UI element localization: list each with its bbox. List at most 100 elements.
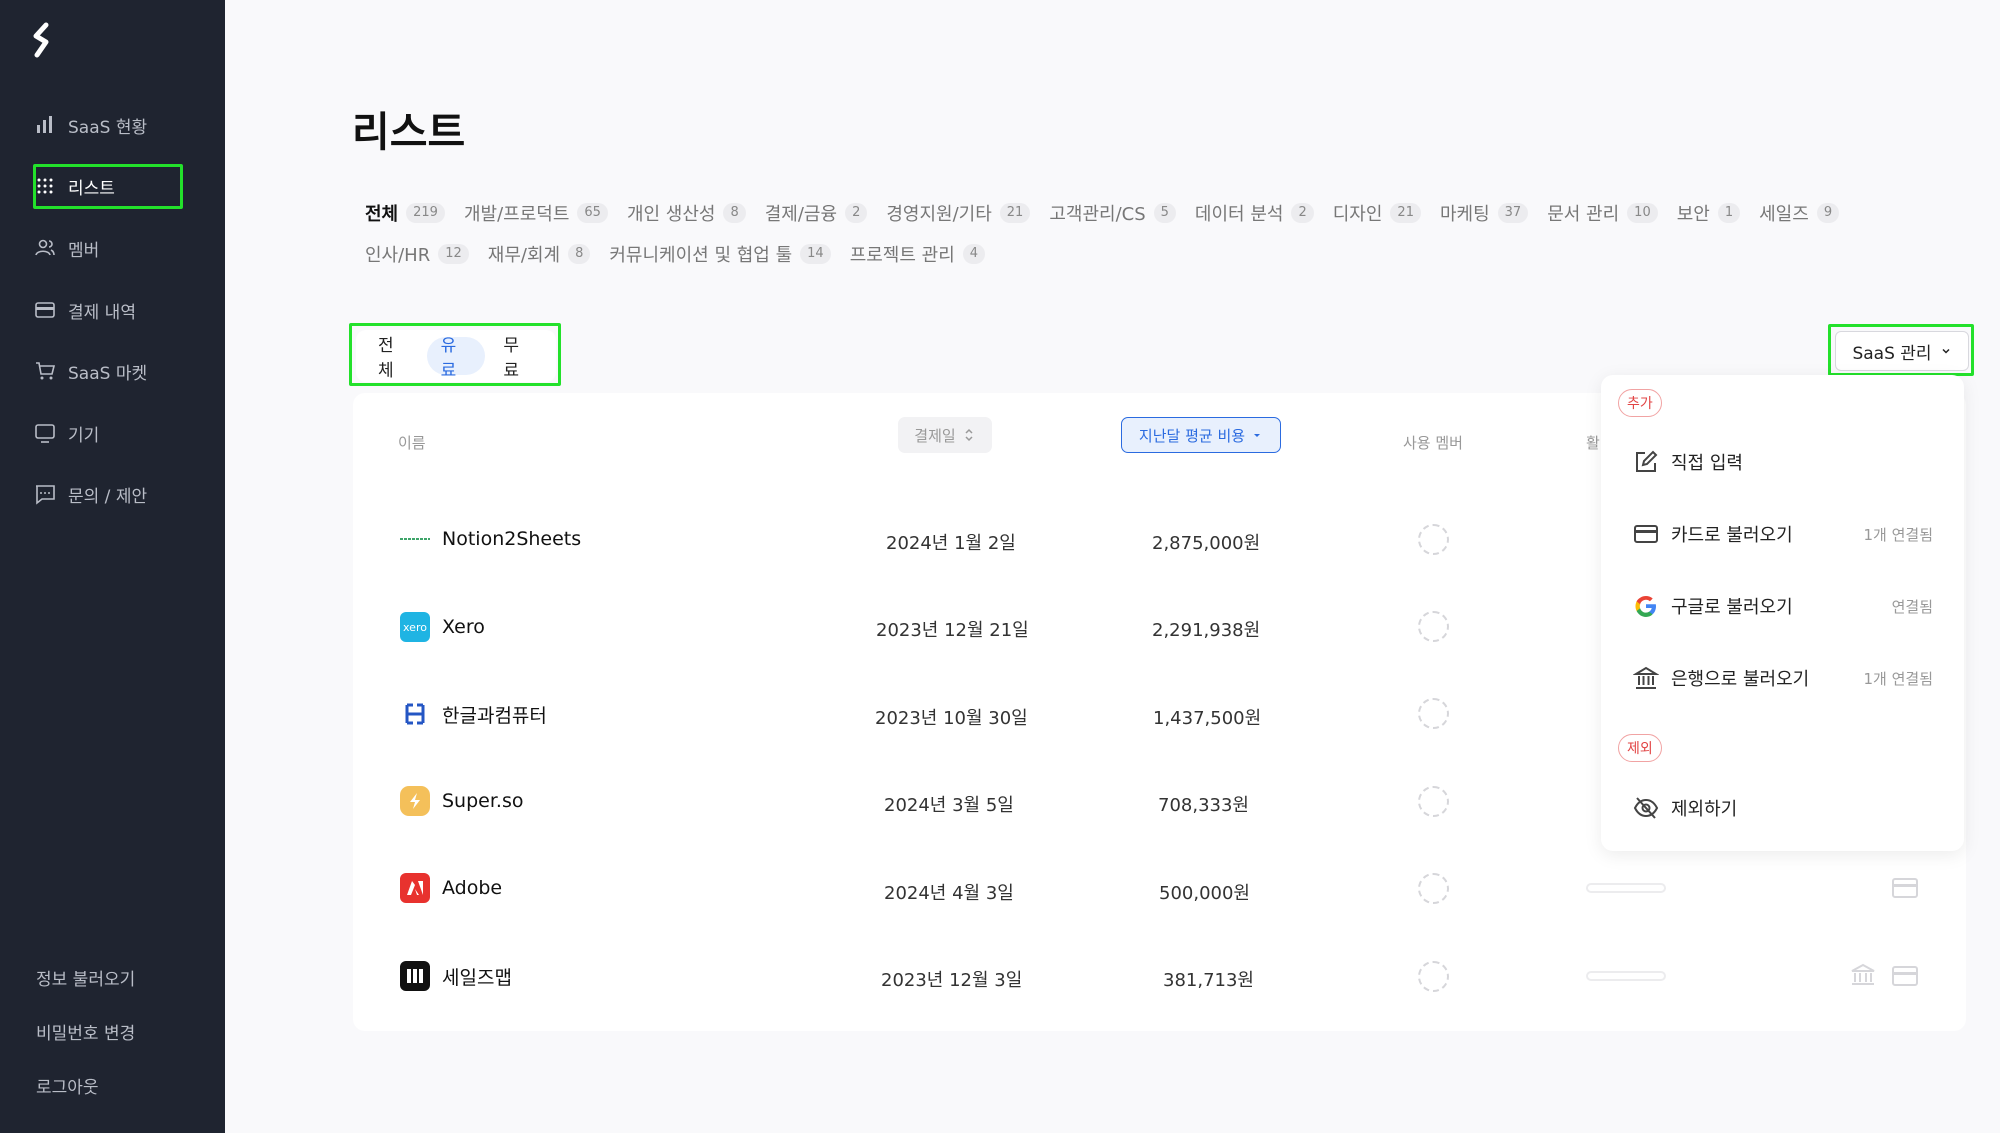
app-name: 한글과컴퓨터 <box>442 704 547 727</box>
bank-icon <box>1851 963 1875 985</box>
category-tab[interactable]: 마케팅 37 <box>1440 200 1529 226</box>
category-tab[interactable]: 프로젝트 관리 4 <box>850 241 986 267</box>
credit-card-icon <box>1634 525 1658 543</box>
count-badge: 14 <box>800 244 831 264</box>
category-tab[interactable]: 세일즈 9 <box>1759 200 1840 226</box>
category-tab[interactable]: 인사/HR 12 <box>365 241 469 267</box>
filter-paid-button[interactable]: 유료 <box>426 336 486 381</box>
import-by-card-item[interactable]: 카드로 불러오기 1개 연결됨 <box>1633 514 1933 554</box>
monitor-icon <box>35 424 55 443</box>
app-name: Notion2Sheets <box>442 528 582 550</box>
nav-label: 문의 / 제안 <box>68 486 148 507</box>
category-tab[interactable]: 재무/회계 8 <box>488 241 591 267</box>
dropdown-item-label: 구글로 불러오기 <box>1671 597 1793 618</box>
category-tab[interactable]: 전체 219 <box>365 200 445 226</box>
table-row[interactable]: Super.so <box>400 786 523 816</box>
category-tab[interactable]: 개발/프로덕트 65 <box>464 200 608 226</box>
count-badge: 37 <box>1497 203 1529 223</box>
category-tab[interactable]: 보안 1 <box>1677 200 1741 226</box>
chevron-down-icon <box>1942 348 1950 354</box>
adobe-logo <box>400 873 430 903</box>
app-name: Xero <box>442 616 485 638</box>
payment-date: 2024년 4월 3일 <box>884 883 1014 904</box>
category-tab[interactable]: 데이터 분석 2 <box>1195 200 1314 226</box>
count-badge: 8 <box>568 244 591 264</box>
filter-all-button[interactable]: 전체 <box>364 336 423 381</box>
count-badge: 21 <box>999 203 1031 223</box>
column-header-partial: 활 <box>1586 434 1600 452</box>
member-avatar-placeholder[interactable] <box>1418 611 1449 642</box>
import-info-link[interactable]: 정보 불러오기 <box>36 965 135 990</box>
manual-input-item[interactable]: 직접 입력 <box>1633 442 1933 482</box>
member-avatar-placeholder[interactable] <box>1418 961 1449 992</box>
sort-by-date-button[interactable]: 결제일 <box>898 417 992 453</box>
nav-saas-market[interactable]: SaaS 마켓 <box>34 351 184 391</box>
saas-manage-button[interactable]: SaaS 관리 <box>1835 331 1969 371</box>
table-row[interactable]: 한글과컴퓨터 <box>400 699 547 729</box>
category-tabs-row-2: 인사/HR 12 재무/회계 8 커뮤니케이션 및 협업 툴 14 프로젝트 관리 4 <box>365 241 986 267</box>
exclude-section-badge: 제외 <box>1618 734 1662 762</box>
credit-card-icon <box>1892 966 1918 986</box>
change-password-link[interactable]: 비밀번호 변경 <box>36 1019 135 1044</box>
member-avatar-placeholder[interactable] <box>1418 524 1449 555</box>
nav-inquiry[interactable]: 문의 / 제안 <box>34 474 184 514</box>
dropdown-item-label: 카드로 불러오기 <box>1671 525 1793 546</box>
table-row[interactable]: Adobe <box>400 873 502 903</box>
member-avatar-placeholder[interactable] <box>1418 698 1449 729</box>
avg-cost: 500,000원 <box>1159 883 1250 904</box>
saas-manage-label: SaaS 관리 <box>1852 343 1932 364</box>
member-avatar-placeholder[interactable] <box>1418 873 1449 904</box>
category-tab[interactable]: 고객관리/CS 5 <box>1049 200 1176 226</box>
salesmap-logo <box>400 961 430 991</box>
nav-payments[interactable]: 결제 내역 <box>34 290 184 330</box>
app-name: Super.so <box>442 790 524 812</box>
avg-cost: 708,333원 <box>1158 795 1249 816</box>
count-badge: 12 <box>438 244 469 264</box>
add-section-badge: 추가 <box>1618 389 1662 417</box>
nav-label: 기기 <box>68 425 100 446</box>
filter-free-button[interactable]: 무료 <box>489 336 548 381</box>
nav-saas-status[interactable]: SaaS 현황 <box>34 105 184 145</box>
category-tab[interactable]: 커뮤니케이션 및 협업 툴 14 <box>609 241 831 267</box>
category-tab[interactable]: 개인 생산성 8 <box>627 200 746 226</box>
avg-cost: 2,875,000원 <box>1152 533 1261 554</box>
column-header-date: 결제일 <box>914 426 956 445</box>
bank-icon <box>1633 666 1659 689</box>
avg-cost: 1,437,500원 <box>1153 708 1262 729</box>
notion2sheets-logo <box>400 524 430 554</box>
nav-label: SaaS 현황 <box>68 117 148 138</box>
page-title: 리스트 <box>352 108 466 156</box>
nav-label: 멤버 <box>68 240 100 261</box>
category-tab[interactable]: 결제/금융 2 <box>765 200 868 226</box>
nav-label: SaaS 마켓 <box>68 363 148 384</box>
nav-list[interactable]: 리스트 <box>34 166 184 206</box>
super-so-logo <box>400 786 430 816</box>
table-row[interactable]: Notion2Sheets <box>400 524 581 554</box>
nav-devices[interactable]: 기기 <box>34 413 184 453</box>
import-by-bank-item[interactable]: 은행으로 불러오기 1개 연결됨 <box>1633 658 1933 698</box>
count-badge: 219 <box>406 203 445 223</box>
nav-label: 리스트 <box>68 178 115 199</box>
count-badge: 1 <box>1717 203 1741 223</box>
member-avatar-placeholder[interactable] <box>1418 786 1449 817</box>
category-tabs-row-1: 전체 219 개발/프로덕트 65 개인 생산성 8 결제/금융 2 경영지원/기타 21… <box>365 200 1840 226</box>
sidebar: SaaS 현황 리스트 멤버 결제 내역 SaaS 마켓 기기 문의 / 제안 … <box>0 0 225 1133</box>
sort-by-cost-button[interactable]: 지난달 평균 비용 <box>1121 417 1281 453</box>
dropdown-item-label: 제외하기 <box>1671 799 1738 820</box>
credit-card-icon <box>35 302 55 318</box>
dropdown-item-label: 은행으로 불러오기 <box>1671 669 1810 690</box>
table-row[interactable]: xero Xero <box>400 612 485 642</box>
payment-date: 2023년 12월 3일 <box>881 970 1023 991</box>
app-name: 세일즈맵 <box>442 966 512 989</box>
exclude-item[interactable]: 제외하기 <box>1633 788 1933 828</box>
category-tab[interactable]: 디자인 21 <box>1333 200 1421 226</box>
nav-members[interactable]: 멤버 <box>34 228 184 268</box>
category-tab[interactable]: 경영지원/기타 21 <box>886 200 1031 226</box>
category-tab[interactable]: 문서 관리 10 <box>1547 200 1658 226</box>
count-badge: 9 <box>1816 203 1840 223</box>
app-logo[interactable] <box>28 22 56 58</box>
import-by-google-item[interactable]: 구글로 불러오기 연결됨 <box>1633 586 1933 626</box>
table-row[interactable]: 세일즈맵 <box>400 961 512 991</box>
logout-link[interactable]: 로그아웃 <box>36 1073 99 1098</box>
payment-date: 2023년 12월 21일 <box>876 620 1029 641</box>
